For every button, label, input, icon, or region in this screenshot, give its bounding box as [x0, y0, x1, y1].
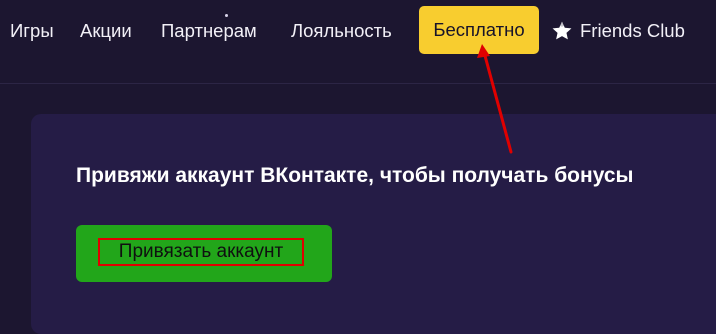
- link-account-button-label: Привязать аккаунт: [98, 238, 304, 266]
- vk-link-panel: [31, 114, 716, 334]
- nav-link-friends-club[interactable]: Friends Club: [551, 18, 685, 44]
- link-account-button[interactable]: Привязать аккаунт: [76, 225, 332, 282]
- top-navigation: Игры Акции Партнерам Лояльность Бесплатн…: [0, 0, 716, 84]
- nav-link-promotions[interactable]: Акции: [80, 18, 132, 44]
- nav-free-button[interactable]: Бесплатно: [419, 6, 539, 54]
- nav-link-loyalty[interactable]: Лояльность: [291, 18, 392, 44]
- nav-link-partners[interactable]: Партнерам: [161, 18, 257, 44]
- friends-club-label: Friends Club: [580, 20, 685, 41]
- nav-link-games[interactable]: Игры: [10, 18, 54, 44]
- star-icon: [551, 20, 573, 42]
- notification-dot: [225, 14, 228, 17]
- panel-title: Привяжи аккаунт ВКонтакте, чтобы получат…: [76, 164, 634, 187]
